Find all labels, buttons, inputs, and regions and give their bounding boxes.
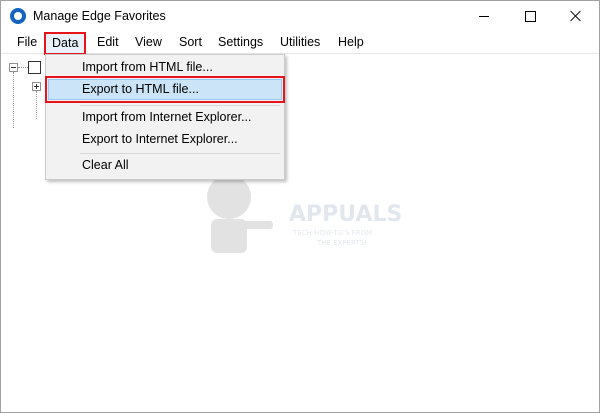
menu-import-ie-label: Import from Internet Explorer... bbox=[82, 110, 252, 124]
menu-data[interactable]: Data bbox=[44, 32, 87, 55]
menu-separator bbox=[80, 105, 280, 106]
app-edge-icon bbox=[10, 8, 26, 24]
data-menu-dropdown: Import from HTML file... Export to HTML … bbox=[45, 54, 285, 180]
menu-import-html-label: Import from HTML file... bbox=[82, 60, 213, 74]
minimize-icon bbox=[479, 15, 489, 17]
watermark-tagline-2: THE EXPERTS! bbox=[316, 239, 367, 247]
tree-collapse-icon[interactable] bbox=[9, 63, 18, 72]
maximize-button[interactable] bbox=[507, 1, 553, 31]
menu-file[interactable]: File bbox=[15, 34, 39, 51]
menu-import-html[interactable]: Import from HTML file... bbox=[48, 57, 282, 78]
app-window: Manage Edge Favorites File Data Edit Vie… bbox=[0, 0, 600, 413]
menu-export-ie-label: Export to Internet Explorer... bbox=[82, 132, 238, 146]
maximize-icon bbox=[524, 10, 536, 22]
menu-export-html[interactable]: Export to HTML file... bbox=[45, 76, 285, 103]
menu-export-ie[interactable]: Export to Internet Explorer... bbox=[48, 129, 282, 150]
menu-sort[interactable]: Sort bbox=[177, 34, 204, 51]
menu-settings[interactable]: Settings bbox=[216, 34, 265, 51]
title-bar[interactable]: Manage Edge Favorites bbox=[1, 1, 599, 31]
menu-separator bbox=[80, 153, 280, 154]
close-button[interactable] bbox=[553, 1, 599, 31]
menu-edit[interactable]: Edit bbox=[95, 34, 121, 51]
menu-view[interactable]: View bbox=[133, 34, 164, 51]
menu-clear-all-label: Clear All bbox=[82, 158, 129, 172]
menu-export-html-label: Export to HTML file... bbox=[82, 82, 199, 96]
watermark-brand: APPUALS bbox=[289, 202, 402, 227]
window-title: Manage Edge Favorites bbox=[33, 9, 166, 23]
menu-utilities[interactable]: Utilities bbox=[278, 34, 322, 51]
minimize-button[interactable] bbox=[461, 1, 507, 31]
menu-clear-all[interactable]: Clear All bbox=[48, 155, 282, 176]
menu-help[interactable]: Help bbox=[336, 34, 366, 51]
tree-expand-icon[interactable] bbox=[32, 82, 41, 91]
menu-bar: File Data Edit View Sort Settings Utilit… bbox=[1, 31, 599, 55]
root-checkbox[interactable] bbox=[28, 61, 41, 74]
watermark-tagline-1: TECH HOW-TO'S FROM bbox=[292, 229, 372, 237]
close-icon bbox=[570, 10, 582, 22]
menu-import-ie[interactable]: Import from Internet Explorer... bbox=[48, 107, 282, 128]
